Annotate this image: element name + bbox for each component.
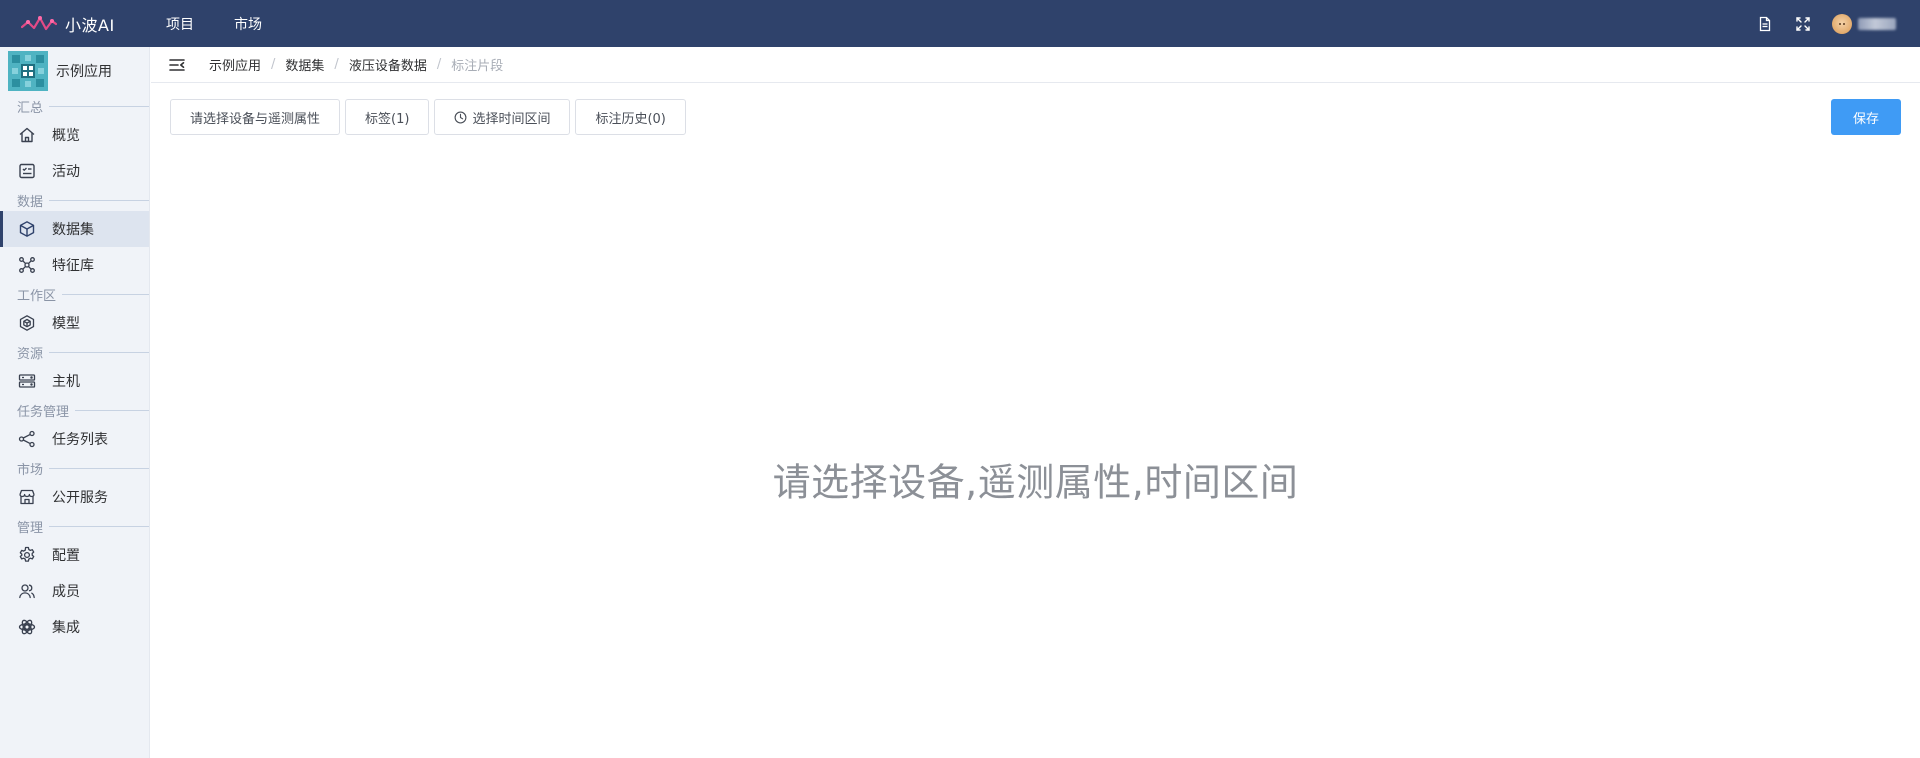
group-tasks: 任务管理 <box>0 399 149 421</box>
sidebar-item-integration[interactable]: 集成 <box>0 609 149 645</box>
time-range-label: 选择时间区间 <box>472 111 551 127</box>
group-workspace: 工作区 <box>0 283 149 305</box>
breadcrumb-dataset[interactable]: 液压设备数据 <box>349 55 427 74</box>
sidebar-item-hosts[interactable]: 主机 <box>0 363 149 399</box>
group-management: 管理 <box>0 515 149 537</box>
breadcrumb-datasets[interactable]: 数据集 <box>285 55 324 74</box>
sidebar-item-activity[interactable]: 活动 <box>0 153 149 189</box>
sidebar-item-datasets[interactable]: 数据集 <box>0 211 149 247</box>
users-icon <box>19 584 35 599</box>
integration-icon <box>18 619 36 635</box>
top-navbar: 小波AI 项目 市场 <box>0 0 1920 47</box>
brand[interactable]: 小波AI <box>0 12 140 36</box>
brand-name: 小波AI <box>65 15 115 35</box>
empty-state-message: 请选择设备,遥测属性,时间区间 <box>772 460 1299 505</box>
gear-icon <box>19 546 35 562</box>
sidebar-item-features[interactable]: 特征库 <box>0 247 149 283</box>
sidebar-item-public-services[interactable]: 公开服务 <box>0 479 149 515</box>
storefront-icon <box>19 489 35 505</box>
avatar <box>1832 13 1852 34</box>
time-range-button[interactable]: 选择时间区间 <box>434 99 571 135</box>
app-name: 示例应用 <box>56 64 112 80</box>
server-icon <box>18 374 36 388</box>
sidebar-item-task-list[interactable]: 任务列表 <box>0 421 149 457</box>
sidebar-item-config[interactable]: 配置 <box>0 537 149 573</box>
sidebar: 示例应用 汇总 概览 活动 数据 数据集 特征库 工作区 模型 资源 主机 任务… <box>0 47 150 758</box>
app-header[interactable]: 示例应用 <box>0 47 149 95</box>
app-grid-icon <box>8 51 48 91</box>
nav-market[interactable]: 市场 <box>214 0 282 47</box>
cube-icon <box>19 221 35 237</box>
save-button[interactable]: 保存 <box>1831 99 1901 135</box>
select-device-button[interactable]: 请选择设备与遥测属性 <box>170 99 341 135</box>
model-box-icon <box>19 315 35 331</box>
clock-icon <box>454 111 467 123</box>
home-icon <box>19 127 35 143</box>
wave-logo-icon <box>21 15 57 30</box>
feature-network-icon <box>19 257 35 273</box>
breadcrumb-bar: 示例应用 / 数据集 / 液压设备数据 / 标注片段 <box>151 47 1920 83</box>
breadcrumb: 示例应用 / 数据集 / 液压设备数据 / 标注片段 <box>209 55 504 74</box>
group-summary: 汇总 <box>0 95 149 117</box>
fullscreen-icon[interactable] <box>1784 0 1822 47</box>
breadcrumb-app[interactable]: 示例应用 <box>209 55 261 74</box>
sidebar-item-overview[interactable]: 概览 <box>0 117 149 153</box>
history-button[interactable]: 标注历史(0) <box>575 99 686 135</box>
user-menu[interactable] <box>1832 13 1896 34</box>
workflow-icon <box>18 430 35 448</box>
user-name-blurred <box>1858 17 1896 30</box>
annotation-toolbar: 请选择设备与遥测属性 标签(1) 选择时间区间 标注历史(0) 保存 <box>151 98 1920 136</box>
document-icon[interactable] <box>1746 0 1784 47</box>
top-nav: 项目 市场 <box>146 0 282 47</box>
activity-icon <box>19 163 35 179</box>
nav-projects[interactable]: 项目 <box>146 0 214 47</box>
group-market: 市场 <box>0 457 149 479</box>
sidebar-item-models[interactable]: 模型 <box>0 305 149 341</box>
breadcrumb-current: 标注片段 <box>451 59 504 74</box>
sidebar-item-members[interactable]: 成员 <box>0 573 149 609</box>
group-data: 数据 <box>0 189 149 211</box>
tags-button[interactable]: 标签(1) <box>345 99 430 135</box>
group-resources: 资源 <box>0 341 149 363</box>
topbar-actions <box>1746 0 1920 47</box>
main-content: 示例应用 / 数据集 / 液压设备数据 / 标注片段 请选择设备与遥测属性 标签… <box>151 47 1920 758</box>
collapse-sidebar-icon[interactable] <box>167 55 187 75</box>
